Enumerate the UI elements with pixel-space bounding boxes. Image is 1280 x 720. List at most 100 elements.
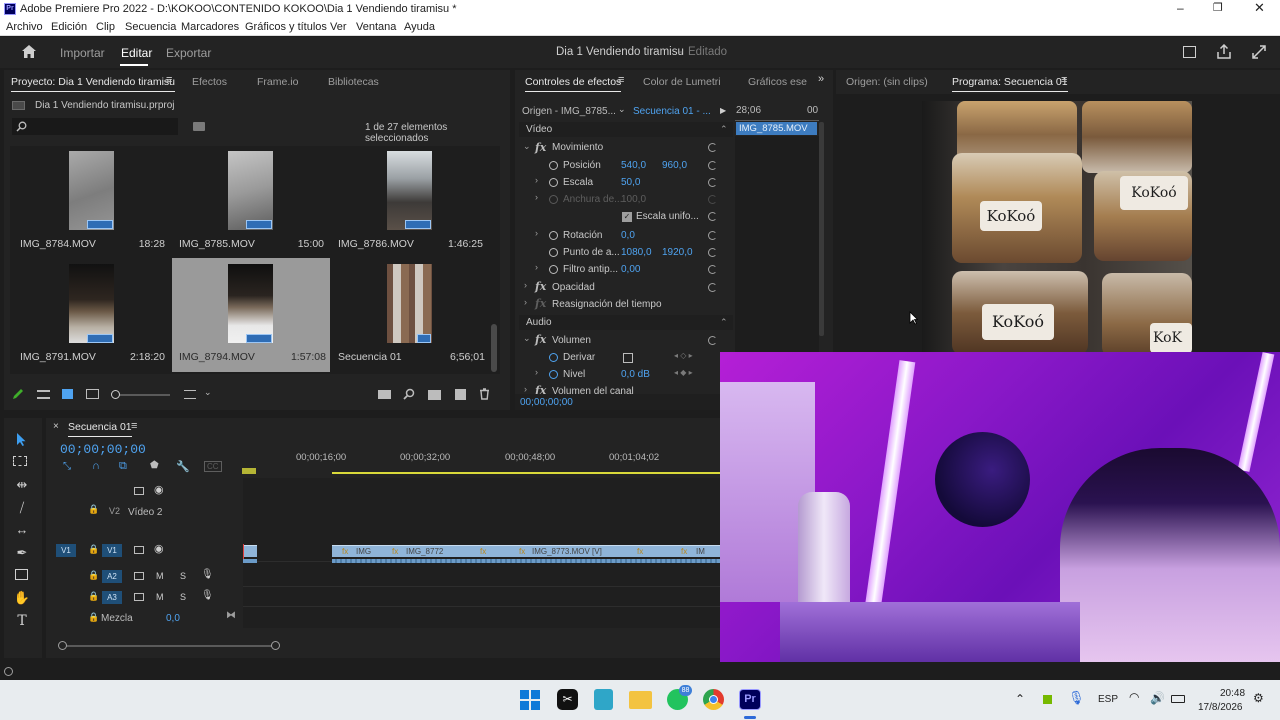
mini-clip[interactable]: IMG_8785.MOV	[736, 122, 817, 135]
toggle-sync-icon[interactable]	[134, 593, 144, 601]
menu-archivo[interactable]: Archivo	[6, 21, 43, 33]
stopwatch-icon[interactable]	[549, 178, 558, 187]
tab-editar[interactable]: Editar	[121, 46, 152, 60]
quick-export-icon[interactable]	[1183, 46, 1196, 58]
bin-item-8791[interactable]: IMG_8791.MOV 2:18:20	[13, 258, 169, 372]
share-icon[interactable]	[1217, 44, 1231, 59]
wifi-icon[interactable]: ◠	[1129, 690, 1139, 704]
stopwatch-icon[interactable]	[549, 353, 558, 362]
pencil-icon[interactable]	[12, 388, 24, 400]
type-tool-icon[interactable]: T	[13, 613, 31, 629]
play-icon[interactable]: ▶	[720, 106, 726, 115]
menu-icon[interactable]: ≡	[131, 420, 137, 432]
chevron-right-icon[interactable]: ›	[535, 192, 538, 202]
reset-icon[interactable]	[708, 212, 717, 221]
stopwatch-icon[interactable]	[549, 265, 558, 274]
toggle-output-icon[interactable]	[134, 487, 144, 495]
position-x[interactable]: 540,0	[621, 160, 646, 171]
zoom-slider-handle[interactable]	[111, 390, 120, 399]
mix-end-icon[interactable]: ⧓	[226, 610, 236, 621]
lock-icon[interactable]: 🔒	[88, 544, 99, 555]
tab-sequence[interactable]: Secuencia 01	[68, 421, 132, 437]
zoom-handle-left[interactable]	[58, 641, 67, 650]
list-view-icon[interactable]	[37, 390, 50, 399]
lock-icon[interactable]: 🔒	[88, 612, 99, 623]
reset-icon[interactable]	[708, 143, 717, 152]
chevron-down-icon[interactable]: ⌄	[523, 333, 531, 344]
menu-ayuda[interactable]: Ayuda	[404, 21, 435, 33]
zoom-handle-right[interactable]	[271, 641, 280, 650]
fx-icon[interactable]: fx	[535, 384, 546, 394]
level-value[interactable]: 0,0 dB	[621, 369, 650, 380]
flicker-value[interactable]: 0,00	[621, 264, 640, 275]
chevron-up-icon[interactable]: ⌃	[720, 317, 728, 328]
position-y[interactable]: 960,0	[662, 160, 687, 171]
tab-frameio[interactable]: Frame.io	[257, 76, 298, 88]
rectangle-tool-icon[interactable]	[15, 569, 28, 580]
capcut-icon[interactable]: ✂	[557, 689, 578, 710]
program-frame[interactable]: KoKoó KoKoó KoKoó KoK	[922, 101, 1192, 352]
solo-button[interactable]: S	[180, 571, 186, 581]
chevron-right-icon[interactable]: ›	[535, 228, 538, 238]
stopwatch-icon[interactable]	[549, 370, 558, 379]
bypass-checkbox[interactable]	[623, 353, 633, 363]
pen-tool-icon[interactable]: ✒	[13, 545, 31, 561]
slip-tool-icon[interactable]: ↔	[13, 522, 31, 538]
chevron-right-icon[interactable]: ›	[535, 367, 538, 377]
reset-icon[interactable]	[708, 265, 717, 274]
search-input[interactable]	[12, 118, 178, 135]
microphone-icon[interactable]: 🎙	[201, 590, 214, 601]
menu-icon[interactable]: ≡	[166, 74, 172, 86]
tab-bibliotecas[interactable]: Bibliotecas	[328, 76, 379, 88]
menu-graficos[interactable]: Gráficos y títulos	[245, 21, 327, 33]
notifications-icon[interactable]: ⚙	[1253, 691, 1264, 705]
premiere-taskbar-icon[interactable]: Pr	[739, 689, 761, 710]
menu-clip[interactable]: Clip	[96, 21, 115, 33]
minimize-button[interactable]: –	[1177, 1, 1184, 15]
menu-ver[interactable]: Ver	[330, 21, 347, 33]
snap-icon[interactable]: ∩	[92, 460, 100, 472]
stopwatch-icon[interactable]	[549, 161, 558, 170]
audio-clip[interactable]	[243, 559, 257, 563]
wrench-icon[interactable]: 🔧	[176, 460, 190, 473]
tab-project[interactable]: Proyecto: Dia 1 Vendiendo tiramisu	[11, 76, 176, 92]
close-tab-icon[interactable]: ×	[53, 421, 59, 432]
chevron-right-icon[interactable]: ›	[524, 297, 527, 307]
playhead-marker[interactable]	[242, 468, 256, 474]
tab-effect-controls[interactable]: Controles de efectos	[525, 76, 622, 92]
sequence-selector[interactable]: Secuencia 01 - ...	[633, 106, 711, 117]
captions-icon[interactable]: CC	[204, 461, 222, 472]
uniform-scale-checkbox[interactable]: ✓	[622, 212, 632, 222]
menu-marcadores[interactable]: Marcadores	[181, 21, 239, 33]
menu-edicion[interactable]: Edición	[51, 21, 87, 33]
tab-exportar[interactable]: Exportar	[166, 46, 211, 60]
chevron-right-icon[interactable]: ›	[535, 262, 538, 272]
scale-value[interactable]: 50,0	[621, 177, 640, 188]
mini-scrollbar[interactable]	[819, 122, 824, 336]
timeline-timecode[interactable]: 00;00;00;00	[60, 442, 146, 457]
chevron-down-icon[interactable]: ⌄	[204, 387, 212, 398]
rotation-value[interactable]: 0,0	[621, 230, 635, 241]
video-clip[interactable]	[243, 545, 257, 557]
stopwatch-icon[interactable]	[549, 231, 558, 240]
volume-icon[interactable]: 🔊	[1150, 691, 1165, 705]
razor-tool-icon[interactable]: ⧸	[13, 500, 31, 516]
chevron-down-icon[interactable]: ⌄	[523, 141, 531, 152]
mix-value[interactable]: 0,0	[166, 613, 180, 624]
chevron-right-icon[interactable]: ›	[524, 384, 527, 394]
source-selector[interactable]: Origen - IMG_8785...	[522, 106, 616, 117]
new-bin-icon[interactable]	[193, 122, 205, 131]
home-icon[interactable]	[21, 44, 37, 59]
video-clip[interactable]: fx IMG fx IMG_8772 fx fx IMG_8773.MOV [V…	[332, 545, 720, 557]
bin-item-8785[interactable]: IMG_8785.MOV 15:00	[172, 149, 328, 257]
bin-item-8794-selected[interactable]: IMG_8794.MOV 1:57:08	[172, 258, 330, 372]
maximize-button[interactable]: ❐	[1213, 1, 1223, 14]
windows-start-icon[interactable]	[520, 690, 540, 710]
language-indicator[interactable]: ESP	[1098, 694, 1118, 705]
automate-icon[interactable]	[378, 390, 391, 399]
reset-icon[interactable]	[708, 248, 717, 257]
battery-icon[interactable]	[1171, 695, 1185, 703]
clock-time[interactable]: 20:48	[1220, 688, 1245, 699]
reset-icon[interactable]	[708, 283, 717, 292]
audio-clip[interactable]	[332, 559, 720, 563]
